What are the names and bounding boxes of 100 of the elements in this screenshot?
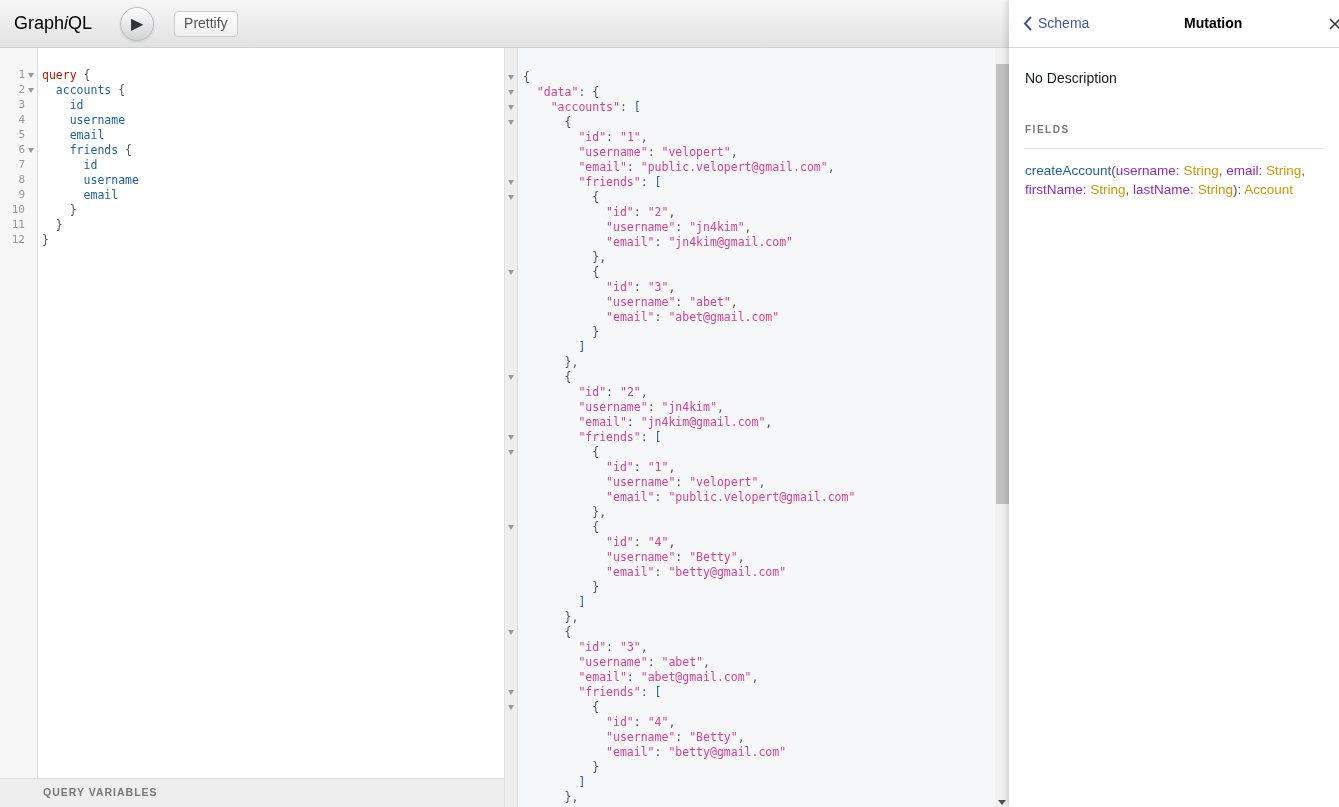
fold-arrow-icon[interactable]: [28, 88, 34, 93]
line-number: 9: [18, 187, 25, 204]
code-line: "friends": [: [577, 430, 662, 445]
code-line: },: [563, 610, 579, 625]
line-number: 2: [18, 82, 25, 99]
back-link[interactable]: Schema: [1023, 13, 1090, 34]
code-line: {: [591, 700, 600, 715]
code-line: "id": "2",: [605, 205, 676, 220]
code-line: "data": {: [535, 85, 600, 100]
code-line: "username": "jn4kim",: [577, 400, 724, 415]
line-number: 3: [18, 97, 25, 114]
code-line: "username": "jn4kim",: [605, 220, 752, 235]
scrollbar[interactable]: [995, 48, 1009, 807]
code-line: ]: [577, 775, 586, 790]
code-line: "username": "abet",: [605, 295, 738, 310]
code-line: {: [523, 70, 530, 85]
line-number: 7: [18, 157, 25, 174]
code-line: ]: [577, 340, 586, 355]
field-signature[interactable]: createAccount(username: String, email: String, firstName: String, lastName: String): Account: [1025, 161, 1323, 199]
code-line: email: [68, 128, 105, 143]
line-number: 1: [18, 67, 25, 84]
fold-arrow-icon[interactable]: [508, 90, 514, 95]
code-line: "username": "velopert",: [605, 475, 766, 490]
code-line: email: [82, 188, 119, 203]
run-button[interactable]: ▶: [120, 6, 155, 41]
line-number: 11: [11, 217, 25, 234]
app-logo: GraphiQL: [14, 12, 94, 35]
code-line: {: [591, 445, 600, 460]
code-line: }: [591, 580, 600, 595]
fold-arrow-icon[interactable]: [28, 148, 34, 153]
prettify-button[interactable]: Prettify: [174, 10, 238, 37]
fold-arrow-icon[interactable]: [508, 195, 514, 200]
fold-arrow-icon[interactable]: [508, 180, 514, 185]
code-line: "email": "abet@gmail.com",: [577, 670, 759, 685]
code-line: "id": "2",: [577, 385, 648, 400]
code-line: {: [563, 370, 572, 385]
fold-arrow-icon[interactable]: [508, 375, 514, 380]
code-line: "accounts": [: [549, 100, 641, 115]
fold-arrow-icon[interactable]: [508, 525, 514, 530]
code-line: "email": "betty@gmail.com": [605, 745, 787, 760]
fold-arrow-icon[interactable]: [508, 630, 514, 635]
code-line: accounts {: [54, 83, 126, 98]
code-line: "email": "public.velopert@gmail.com",: [577, 160, 835, 175]
code-line: id: [68, 98, 84, 113]
code-line: "username": "abet",: [577, 655, 710, 670]
code-line: }: [591, 760, 600, 775]
code-line: "email": "abet@gmail.com": [605, 310, 780, 325]
code-line: }: [68, 203, 77, 218]
code-line: "username": "Betty",: [605, 550, 745, 565]
code-line: "email": "public.velopert@gmail.com": [605, 490, 856, 505]
code-line: }: [54, 218, 63, 233]
fold-arrow-icon[interactable]: [28, 73, 34, 78]
fold-arrow-icon[interactable]: [508, 450, 514, 455]
code-line: query {: [42, 68, 91, 83]
code-line: "id": "1",: [577, 130, 648, 145]
code-line: "id": "3",: [577, 640, 648, 655]
description: No Description: [1025, 69, 1117, 88]
line-number: 12: [11, 232, 25, 249]
code-line: {: [591, 520, 600, 535]
code-line: friends {: [68, 143, 133, 158]
code-line: "email": "betty@gmail.com": [605, 565, 787, 580]
chevron-left-icon: [1023, 16, 1032, 31]
code-line: "id": "4",: [605, 535, 676, 550]
code-line: {: [563, 625, 572, 640]
code-line: "id": "1",: [605, 460, 676, 475]
section-title: FIELDS: [1025, 124, 1070, 135]
code-line: "id": "3",: [605, 280, 676, 295]
code-line: "username": "velopert",: [577, 145, 738, 160]
code-line: "id": "4",: [605, 715, 676, 730]
code-line: },: [563, 355, 579, 370]
code-line: },: [591, 250, 607, 265]
code-line: },: [591, 505, 607, 520]
code-line: id: [82, 158, 98, 173]
code-line: ]: [577, 595, 586, 610]
fold-arrow-icon[interactable]: [508, 270, 514, 275]
fold-arrow-icon[interactable]: [508, 435, 514, 440]
code-line: {: [563, 115, 572, 130]
query-variables-title: QUERY VARIABLES: [43, 785, 158, 801]
code-line: username: [68, 113, 126, 128]
code-line: }: [42, 233, 49, 248]
fold-arrow-icon[interactable]: [508, 690, 514, 695]
line-number: 10: [11, 202, 25, 219]
line-number: 6: [18, 142, 25, 159]
docs-title: Mutation: [1184, 14, 1243, 33]
fold-arrow-icon[interactable]: [508, 705, 514, 710]
code-line: "username": "Betty",: [605, 730, 745, 745]
scroll-down-arrow-icon[interactable]: [998, 800, 1006, 805]
code-line: "email": "jn4kim@gmail.com",: [577, 415, 773, 430]
code-line: }: [591, 325, 600, 340]
close-icon[interactable]: [1329, 16, 1339, 31]
code-line: username: [82, 173, 139, 188]
code-line: {: [591, 265, 600, 280]
fold-arrow-icon[interactable]: [508, 75, 514, 80]
code-line: "friends": [: [577, 175, 662, 190]
line-number: 8: [18, 172, 25, 189]
code-line: },: [563, 790, 579, 805]
fold-arrow-icon[interactable]: [508, 120, 514, 125]
line-number: 4: [18, 112, 25, 129]
fold-arrow-icon[interactable]: [508, 105, 514, 110]
query-variables-bar[interactable]: QUERY VARIABLES: [0, 778, 504, 807]
